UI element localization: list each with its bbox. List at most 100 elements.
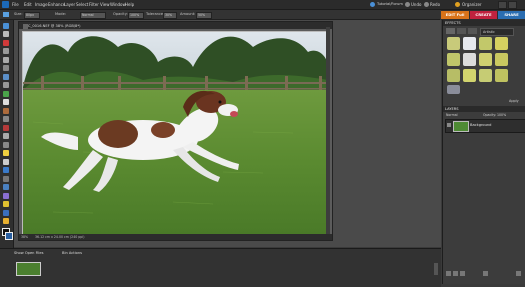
- redo-icon[interactable]: [424, 2, 429, 7]
- effect-thumb-8[interactable]: [495, 53, 508, 66]
- eraser-tool-icon[interactable]: [3, 159, 9, 165]
- bin-collapse-handle[interactable]: [434, 263, 438, 275]
- size-field[interactable]: 80px: [24, 12, 40, 19]
- effect-thumb-7[interactable]: [479, 53, 492, 66]
- filters-icon[interactable]: [446, 28, 455, 34]
- effect-thumb-10[interactable]: [463, 69, 476, 82]
- bin-actions-button[interactable]: Bin Actions: [62, 251, 82, 255]
- tolerance-field[interactable]: 30%: [163, 12, 177, 19]
- menu-window[interactable]: Window: [110, 2, 126, 7]
- shape-tool-icon[interactable]: [3, 201, 9, 207]
- lock-icon[interactable]: [460, 271, 465, 276]
- menu-bar: File Edit Image Enhance Layer Select Fil…: [0, 0, 525, 18]
- menu-filter[interactable]: Filter: [89, 2, 99, 7]
- tab-edit[interactable]: EDIT Full: [441, 11, 469, 19]
- menu-help[interactable]: Help: [125, 2, 134, 7]
- brush-tool-icon[interactable]: [3, 167, 9, 173]
- document-title: DSC_0016.NEF @ 38% (RGB/8*): [23, 23, 81, 28]
- dog-photo: [23, 32, 328, 235]
- eye-icon[interactable]: [447, 123, 451, 127]
- adjustment-layer-icon[interactable]: [453, 271, 458, 276]
- canvas-vertical-scrollbar[interactable]: [326, 27, 330, 234]
- menu-view[interactable]: View: [100, 2, 110, 7]
- menu-file[interactable]: File: [12, 2, 19, 7]
- undo-button[interactable]: Undo: [411, 2, 421, 7]
- amount-field[interactable]: 50%: [196, 12, 212, 19]
- lasso-tool-icon[interactable]: [3, 65, 9, 71]
- effect-thumb-9[interactable]: [447, 69, 460, 82]
- photo-effects-icon[interactable]: [468, 28, 477, 34]
- pencil-tool-icon[interactable]: [3, 150, 9, 156]
- tutorial-link[interactable]: Tutorial/Forum: [377, 2, 403, 6]
- effect-thumb-5[interactable]: [447, 53, 460, 66]
- move-tool-icon[interactable]: [3, 48, 9, 54]
- layer-styles-icon[interactable]: [457, 28, 466, 34]
- effect-thumb-1[interactable]: [447, 37, 460, 50]
- document-title-bar[interactable]: DSC_0016.NEF @ 38% (RGB/8*): [19, 22, 332, 29]
- show-open-files-dropdown[interactable]: Show Open Files: [14, 251, 43, 255]
- marquee-tool-icon[interactable]: [3, 57, 9, 63]
- effect-thumb-11[interactable]: [479, 69, 492, 82]
- organizer-icon[interactable]: [455, 2, 460, 7]
- effect-thumb-4[interactable]: [495, 37, 508, 50]
- eyedropper-tool-icon[interactable]: [3, 40, 9, 46]
- crop-tool-icon[interactable]: [3, 108, 9, 114]
- tutorial-icon: [370, 2, 375, 7]
- healing-brush-icon[interactable]: [3, 133, 9, 139]
- menu-layer[interactable]: Layer: [64, 2, 75, 7]
- blend-mode-select[interactable]: Normal: [446, 113, 458, 117]
- new-layer-icon[interactable]: [446, 271, 451, 276]
- layer-row-background[interactable]: Background: [445, 119, 525, 133]
- layer-opacity-field[interactable]: 100%: [497, 113, 506, 117]
- zoom-readout[interactable]: 38%: [21, 235, 28, 239]
- menu-edit[interactable]: Edit: [24, 2, 32, 7]
- apply-effect-button[interactable]: Apply: [509, 99, 519, 103]
- zoom-tool-icon[interactable]: [3, 23, 9, 29]
- effect-thumb-3[interactable]: [479, 37, 492, 50]
- effect-thumb-6[interactable]: [463, 53, 476, 66]
- photo-canvas[interactable]: [22, 31, 329, 236]
- effect-thumb-13[interactable]: [447, 85, 460, 94]
- smart-brush-icon[interactable]: [3, 176, 9, 182]
- open-file-thumbnail[interactable]: [16, 262, 41, 276]
- hand-tool-icon[interactable]: [3, 31, 9, 37]
- effects-category-dropdown[interactable]: Artistic: [480, 28, 514, 36]
- effects-panel-header[interactable]: EFFECTS: [443, 20, 525, 26]
- mode-tabs: EDIT Full CREATE SHARE: [441, 10, 525, 20]
- layer-menu-icon[interactable]: [516, 271, 521, 276]
- trash-icon[interactable]: [483, 271, 488, 276]
- menu-enhance[interactable]: Enhance: [48, 2, 65, 7]
- layers-footer: [443, 270, 525, 278]
- redo-button[interactable]: Redo: [430, 2, 440, 7]
- blur-tool-icon[interactable]: [3, 210, 9, 216]
- effect-thumb-12[interactable]: [495, 69, 508, 82]
- selection-brush-icon[interactable]: [3, 82, 9, 88]
- sponge-tool-icon[interactable]: [3, 218, 9, 224]
- document-window: DSC_0016.NEF @ 38% (RGB/8*) 38% 36.12 cm…: [18, 21, 333, 241]
- tab-share[interactable]: SHARE: [498, 11, 525, 19]
- window-controls: [497, 1, 523, 18]
- organizer-button[interactable]: Organizer: [462, 2, 482, 7]
- cookie-cutter-icon[interactable]: [3, 116, 9, 122]
- effect-thumb-2[interactable]: [463, 37, 476, 50]
- document-status-bar: 38% 36.12 cm x 24.00 cm (240 ppi): [19, 234, 332, 240]
- tab-create[interactable]: CREATE: [470, 11, 497, 19]
- opacity-field[interactable]: 100%: [128, 12, 144, 19]
- menu-select[interactable]: Select: [76, 2, 88, 7]
- clone-stamp-icon[interactable]: [3, 142, 9, 148]
- layer-opacity-label: Opacity:: [483, 113, 497, 117]
- undo-icon[interactable]: [405, 2, 410, 7]
- minimize-icon[interactable]: [498, 1, 507, 9]
- gradient-tool-icon[interactable]: [3, 193, 9, 199]
- magic-wand-tool-icon[interactable]: [3, 74, 9, 80]
- menu-image[interactable]: Image: [35, 2, 48, 7]
- layers-panel-header[interactable]: LAYERS: [443, 106, 525, 112]
- mode-select[interactable]: Normal: [80, 12, 106, 19]
- type-tool-icon[interactable]: [3, 99, 9, 105]
- quick-selection-icon[interactable]: [3, 91, 9, 97]
- maximize-icon[interactable]: [508, 1, 517, 9]
- red-eye-tool-icon[interactable]: [3, 125, 9, 131]
- close-document-icon[interactable]: [23, 23, 28, 29]
- paint-bucket-icon[interactable]: [3, 184, 9, 190]
- background-color-swatch[interactable]: [5, 232, 13, 240]
